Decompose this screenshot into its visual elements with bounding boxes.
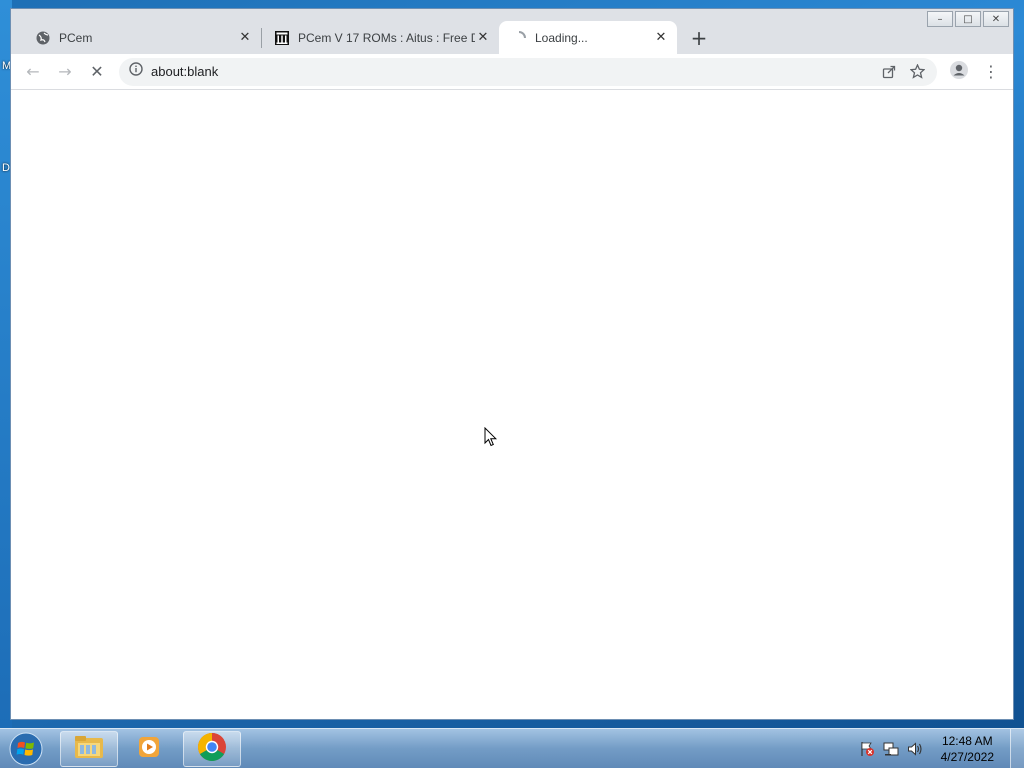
page-content[interactable] [11, 90, 1013, 719]
taskbar-clock[interactable]: 12:48 AM 4/27/2022 [941, 733, 994, 765]
stop-loading-button[interactable]: ✕ [81, 56, 113, 88]
volume-icon[interactable] [907, 741, 923, 757]
system-tray: 12:48 AM 4/27/2022 [859, 729, 994, 768]
forward-button[interactable]: → [49, 56, 81, 88]
browser-titlebar[interactable]: – □ ✕ PCem ✕ PCem V 17 ROMs : Aitus : Fr… [11, 9, 1013, 54]
loading-icon [511, 30, 527, 46]
clock-time: 12:48 AM [941, 734, 993, 748]
avatar-icon [949, 60, 969, 84]
address-text[interactable]: about:blank [151, 64, 875, 79]
mouse-cursor-icon [484, 426, 498, 452]
window-controls: – □ ✕ [927, 11, 1009, 27]
address-bar[interactable]: about:blank [119, 57, 937, 86]
tab-title: Loading... [535, 30, 588, 45]
chrome-icon [197, 732, 227, 767]
show-desktop-button[interactable] [1010, 729, 1024, 768]
tab-loading[interactable]: Loading... ✕ [499, 21, 677, 54]
browser-menu-button[interactable]: ⋮ [975, 56, 1007, 88]
taskbar-file-explorer[interactable] [60, 731, 118, 767]
tab-pcem[interactable]: PCem ✕ [23, 21, 261, 54]
clock-date: 4/27/2022 [940, 750, 994, 764]
browser-toolbar: ← → ✕ about:blank ⋮ [11, 54, 1013, 90]
tab-close-button[interactable]: ✕ [237, 30, 253, 46]
tab-archive[interactable]: PCem V 17 ROMs : Aitus : Free Di ✕ [262, 21, 499, 54]
archive-icon [274, 30, 290, 46]
close-window-button[interactable]: ✕ [983, 11, 1009, 27]
globe-icon [35, 30, 51, 46]
info-icon[interactable] [129, 62, 143, 81]
media-player-icon [136, 734, 162, 765]
maximize-button[interactable]: □ [955, 11, 981, 27]
taskbar: 12:48 AM 4/27/2022 [0, 728, 1024, 768]
minimize-button[interactable]: – [927, 11, 953, 27]
network-icon[interactable] [883, 741, 899, 757]
tab-title: PCem V 17 ROMs : Aitus : Free Di [298, 30, 475, 45]
tab-close-button[interactable]: ✕ [653, 30, 669, 46]
desktop-icon-label[interactable]: D [2, 162, 10, 174]
profile-button[interactable] [943, 56, 975, 88]
tab-strip: PCem ✕ PCem V 17 ROMs : Aitus : Free Di … [23, 21, 713, 54]
browser-window: – □ ✕ PCem ✕ PCem V 17 ROMs : Aitus : Fr… [10, 8, 1014, 720]
bookmark-star-icon[interactable] [903, 60, 931, 84]
tab-close-button[interactable]: ✕ [475, 30, 491, 46]
back-button[interactable]: ← [17, 56, 49, 88]
start-button[interactable] [6, 730, 46, 768]
new-tab-button[interactable]: + [685, 24, 713, 52]
folder-icon [74, 734, 104, 765]
tab-title: PCem [59, 30, 93, 45]
action-center-flag-icon[interactable] [859, 741, 875, 757]
taskbar-media-player[interactable] [120, 731, 178, 767]
windows-logo-icon [9, 732, 43, 766]
share-icon[interactable] [875, 60, 903, 84]
taskbar-chrome[interactable] [183, 731, 241, 767]
